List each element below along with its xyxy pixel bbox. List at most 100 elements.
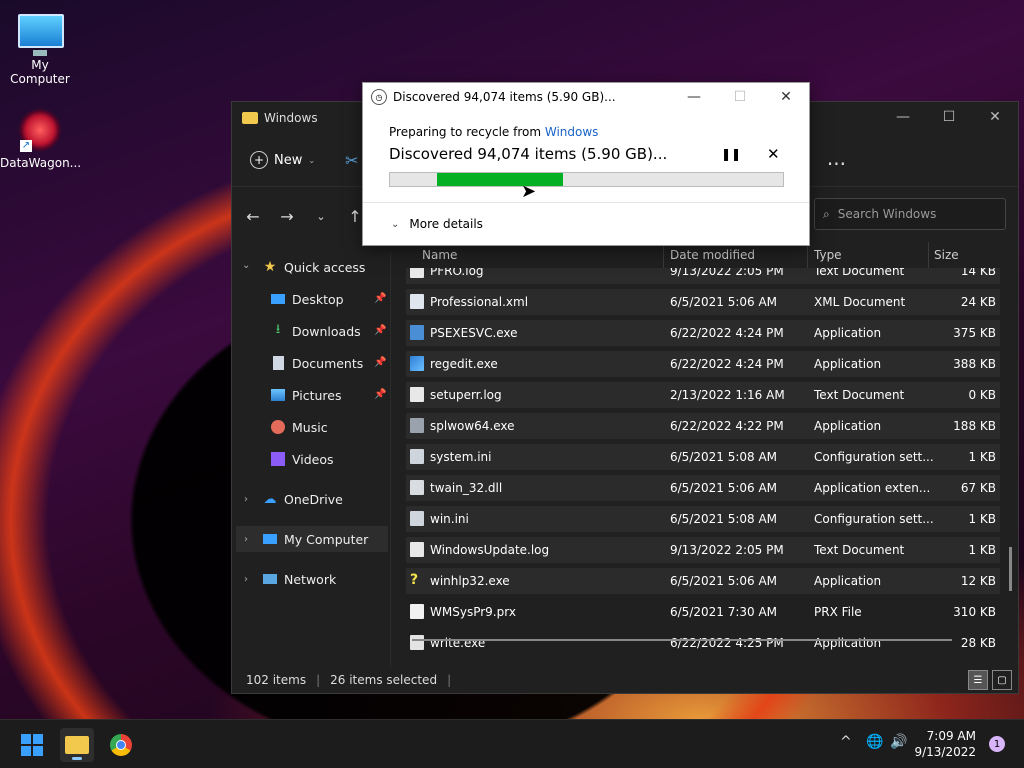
- sidebar-label: Videos: [292, 451, 334, 467]
- file-date: 6/5/2021 5:06 AM: [670, 481, 778, 495]
- column-header-size[interactable]: Size: [934, 248, 959, 262]
- table-row[interactable]: Professional.xml 6/5/2021 5:06 AM XML Do…: [406, 289, 1000, 315]
- table-row[interactable]: regedit.exe 6/22/2022 4:24 PM Applicatio…: [406, 351, 1000, 377]
- chevron-down-icon: ⌄: [391, 218, 400, 230]
- sidebar-item-documents[interactable]: Documents: [270, 350, 363, 376]
- file-name: system.ini: [430, 450, 492, 464]
- shortcut-arrow-icon: ↗: [20, 140, 32, 152]
- recycle-progress-dialog: ◷ Discovered 94,074 items (5.90 GB)... —…: [362, 82, 810, 246]
- sidebar-item-downloads[interactable]: ⭳ Downloads: [270, 318, 361, 344]
- plus-icon: +: [250, 151, 268, 169]
- item-count: 102 items: [246, 673, 307, 687]
- new-button[interactable]: + New ⌄: [250, 151, 315, 169]
- rows-viewport: PFRO.log 9/13/2022 2:05 PM Text Document…: [392, 268, 1018, 674]
- operation-description: Preparing to recycle from Windows: [389, 125, 598, 139]
- expand-chevron-icon[interactable]: ›: [244, 534, 248, 545]
- more-options-button[interactable]: ...: [827, 146, 846, 170]
- chevron-down-icon: ⌄: [308, 155, 316, 165]
- taskbar-file-explorer[interactable]: [60, 728, 94, 762]
- dialog-maximize-button: ☐: [733, 89, 747, 105]
- horizontal-scrollbar[interactable]: [412, 639, 952, 641]
- source-folder-link[interactable]: Windows: [545, 125, 599, 139]
- sidebar-item-music[interactable]: Music: [270, 414, 328, 440]
- expand-chevron-icon[interactable]: ⌄: [242, 260, 250, 271]
- file-name: splwow64.exe: [430, 419, 515, 433]
- volume-icon[interactable]: 🔊: [890, 734, 907, 750]
- desktop-icon: [270, 291, 286, 307]
- desktop-icon-label: DataWagon...: [0, 156, 82, 170]
- column-header-type[interactable]: Type: [814, 248, 842, 262]
- notification-badge[interactable]: 1: [989, 736, 1005, 752]
- pin-icon[interactable]: 📌: [374, 357, 386, 368]
- sidebar-label: Music: [292, 419, 328, 435]
- file-date: 9/13/2022 2:05 PM: [670, 543, 784, 557]
- start-button[interactable]: [15, 728, 49, 762]
- more-details-toggle[interactable]: ⌄ More details: [391, 217, 483, 231]
- large-icons-view-icon[interactable]: ▢: [992, 670, 1012, 690]
- table-row[interactable]: setuperr.log 2/13/2022 1:16 AM Text Docu…: [406, 382, 1000, 408]
- table-row[interactable]: win.ini 6/5/2021 5:08 AM Configuration s…: [406, 506, 1000, 532]
- column-header-name[interactable]: Name: [422, 248, 457, 262]
- file-size: 1 KB: [968, 450, 996, 464]
- sidebar-item-videos[interactable]: Videos: [270, 446, 334, 472]
- expand-chevron-icon[interactable]: ›: [244, 574, 248, 585]
- selected-count: 26 items selected: [330, 673, 438, 687]
- sidebar-item-network[interactable]: Network: [262, 566, 336, 592]
- dialog-minimize-button[interactable]: —: [671, 83, 717, 111]
- pause-button[interactable]: ❚❚: [721, 147, 741, 161]
- show-hidden-icons-chevron-icon[interactable]: ^: [840, 734, 852, 750]
- regedit-icon: [410, 356, 424, 371]
- table-row[interactable]: system.ini 6/5/2021 5:08 AM Configuratio…: [406, 444, 1000, 470]
- taskbar-chrome[interactable]: [104, 728, 138, 762]
- file-date: 6/5/2021 5:08 AM: [670, 450, 778, 464]
- file-name: setuperr.log: [430, 388, 502, 402]
- desktop-icon-my-computer[interactable]: My Computer: [0, 10, 80, 86]
- dialog-window-controls: — ☐ ✕: [671, 83, 809, 111]
- table-row[interactable]: twain_32.dll 6/5/2021 5:06 AM Applicatio…: [406, 475, 1000, 501]
- dialog-close-button[interactable]: ✕: [763, 83, 809, 111]
- table-row[interactable]: ? winhlp32.exe 6/5/2021 5:06 AM Applicat…: [406, 568, 1000, 594]
- pin-icon[interactable]: 📌: [374, 293, 386, 304]
- details-view-icon[interactable]: ☰: [968, 670, 988, 690]
- table-row[interactable]: PSEXESVC.exe 6/22/2022 4:24 PM Applicati…: [406, 320, 1000, 346]
- column-header-date[interactable]: Date modified: [670, 248, 755, 262]
- dialog-divider: [363, 202, 809, 203]
- file-list: Name Date modified Type Size PFRO.log 9/…: [392, 242, 1018, 667]
- text-file-icon: [410, 268, 424, 278]
- table-row[interactable]: write.exe 6/22/2022 4:25 PM Application …: [406, 630, 1000, 656]
- maximize-button[interactable]: ☐: [926, 102, 972, 132]
- sidebar-item-my-computer[interactable]: My Computer: [262, 526, 368, 552]
- file-icon: [410, 604, 424, 619]
- forward-arrow-icon[interactable]: →: [270, 207, 304, 226]
- sidebar-item-onedrive[interactable]: ☁ OneDrive: [262, 486, 343, 512]
- pin-icon[interactable]: 📌: [374, 389, 386, 400]
- preparing-text: Preparing to recycle from: [389, 125, 542, 139]
- sidebar-item-quick-access[interactable]: ★ Quick access: [262, 254, 366, 280]
- table-row[interactable]: PFRO.log 9/13/2022 2:05 PM Text Document…: [406, 268, 1000, 284]
- expand-chevron-icon[interactable]: ›: [244, 494, 248, 505]
- vertical-scrollbar[interactable]: [1009, 547, 1012, 591]
- file-name: Professional.xml: [430, 295, 529, 309]
- desktop-icon-datawagon[interactable]: ↗ DataWagon...: [0, 108, 82, 170]
- cancel-operation-button[interactable]: ✕: [767, 145, 780, 163]
- pin-icon[interactable]: 📌: [374, 325, 386, 336]
- write-app-icon: [410, 635, 424, 650]
- clock-date: 9/13/2022: [914, 745, 976, 759]
- system-clock[interactable]: 7:09 AM 9/13/2022: [914, 728, 976, 760]
- recent-locations-chevron-icon[interactable]: ⌄: [304, 210, 338, 223]
- sidebar-item-pictures[interactable]: Pictures: [270, 382, 342, 408]
- table-row[interactable]: splwow64.exe 6/22/2022 4:22 PM Applicati…: [406, 413, 1000, 439]
- back-arrow-icon[interactable]: ←: [236, 207, 270, 226]
- table-row[interactable]: WindowsUpdate.log 9/13/2022 2:05 PM Text…: [406, 537, 1000, 563]
- search-box[interactable]: ⌕ Search Windows: [814, 198, 1006, 230]
- file-size: 14 KB: [960, 268, 996, 278]
- cut-icon[interactable]: ✂: [345, 151, 358, 170]
- minimize-button[interactable]: —: [880, 102, 926, 132]
- close-button[interactable]: ✕: [972, 102, 1018, 132]
- dialog-title: Discovered 94,074 items (5.90 GB)...: [393, 90, 616, 104]
- sidebar-item-desktop[interactable]: Desktop: [270, 286, 344, 312]
- file-type: Text Document: [814, 268, 905, 278]
- table-row[interactable]: WMSysPr9.prx 6/5/2021 7:30 AM PRX File 3…: [406, 599, 1000, 625]
- language-globe-icon[interactable]: 🌐: [866, 734, 883, 750]
- config-file-icon: [410, 449, 424, 464]
